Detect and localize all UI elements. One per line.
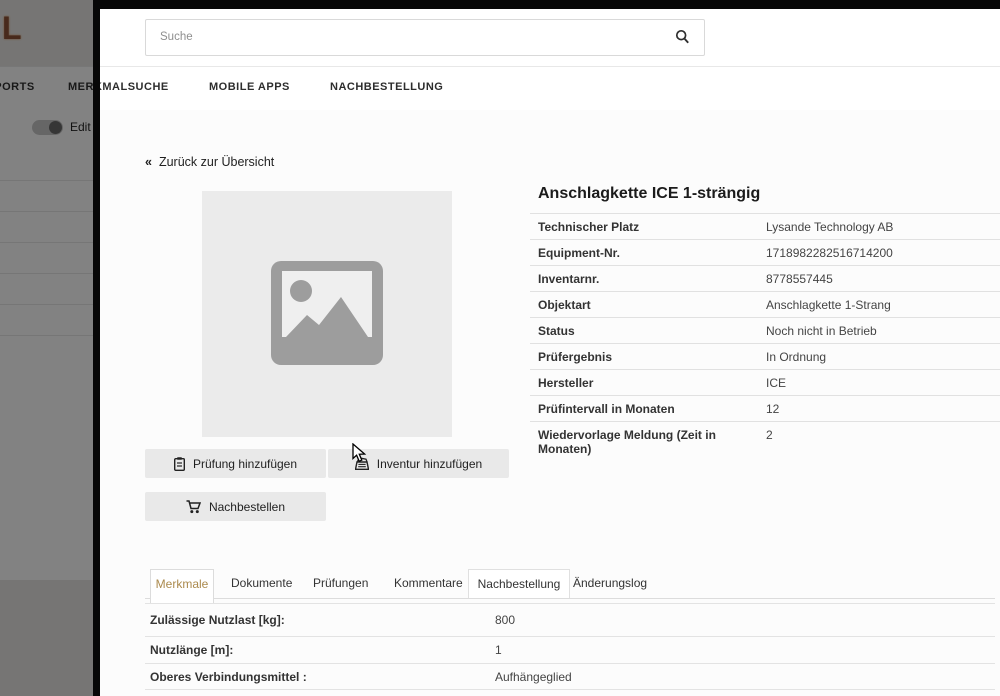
dim-overlay <box>0 0 93 696</box>
equipment-title: Anschlagkette ICE 1-strängig <box>538 185 760 203</box>
top-black-strip <box>93 0 1000 9</box>
nav-item-mobile-apps[interactable]: MOBILE APPS <box>209 81 290 93</box>
cart-icon <box>186 500 201 514</box>
table-row: HerstellerICE <box>530 369 1000 395</box>
app-window: L REPORTS MERKMALSUCHE MOBILE APPS NACHB… <box>0 0 1000 696</box>
main-content: « Zurück zur Übersicht Prüfung hinzufügen <box>100 110 1000 696</box>
tab-kommentare[interactable]: Kommentare <box>394 569 463 598</box>
search-icon[interactable] <box>675 29 690 50</box>
tab-pruefungen[interactable]: Prüfungen <box>313 569 368 598</box>
panel-edge-bar <box>93 0 100 696</box>
search-input[interactable] <box>146 20 660 53</box>
add-inspection-label: Prüfung hinzufügen <box>193 457 297 471</box>
table-row: StatusNoch nicht in Betrieb <box>530 317 1000 343</box>
reorder-label: Nachbestellen <box>209 500 285 514</box>
search-box[interactable] <box>145 19 705 56</box>
image-placeholder-icon <box>271 257 383 369</box>
mouse-cursor-icon <box>352 443 368 463</box>
add-inspection-button[interactable]: Prüfung hinzufügen <box>145 449 326 478</box>
add-inventory-label: Inventur hinzufügen <box>377 457 482 471</box>
back-chevrons-icon: « <box>145 155 152 169</box>
nav-item-nachbestellung[interactable]: NACHBESTELLUNG <box>330 81 443 93</box>
header-bar <box>100 9 1000 66</box>
table-row: Technischer PlatzLysande Technology AB <box>530 213 1000 239</box>
main-nav: REPORTS MERKMALSUCHE MOBILE APPS NACHBES… <box>0 66 1000 111</box>
table-row: ObjektartAnschlagkette 1-Strang <box>530 291 1000 317</box>
tab-nachbestellung[interactable]: Nachbestellung <box>468 569 570 598</box>
back-link[interactable]: « Zurück zur Übersicht <box>145 155 274 169</box>
back-link-label: Zurück zur Übersicht <box>159 155 274 169</box>
clipboard-icon <box>174 457 185 471</box>
table-row: Prüfintervall in Monaten12 <box>530 395 1000 421</box>
table-row: Inventarnr.8778557445 <box>530 265 1000 291</box>
tab-merkmale[interactable]: Merkmale <box>150 569 214 603</box>
table-row: Unteres Verbindungsmittel :Schäkel / Gab… <box>145 689 995 696</box>
detail-tabs: Merkmale Dokumente Prüfungen Kommentare … <box>145 569 995 599</box>
equipment-image-placeholder <box>202 191 452 437</box>
merkmale-table: Zulässige Nutzlast [kg]:800 Nutzlänge [m… <box>145 603 995 696</box>
tab-dokumente[interactable]: Dokumente <box>231 569 292 598</box>
tab-aenderungslog[interactable]: Änderungslog <box>573 569 647 598</box>
details-table: Technischer PlatzLysande Technology AB E… <box>530 213 1000 466</box>
table-row: Zulässige Nutzlast [kg]:800 <box>145 603 995 636</box>
table-row: Oberes Verbindungsmittel :Aufhängeglied <box>145 663 995 689</box>
table-row: Equipment-Nr.1718982282516714200 <box>530 239 1000 265</box>
table-row: Wiedervorlage Meldung (Zeit in Monaten)2 <box>530 421 1000 466</box>
table-row: PrüfergebnisIn Ordnung <box>530 343 1000 369</box>
reorder-button[interactable]: Nachbestellen <box>145 492 326 521</box>
table-row: Nutzlänge [m]:1 <box>145 636 995 663</box>
